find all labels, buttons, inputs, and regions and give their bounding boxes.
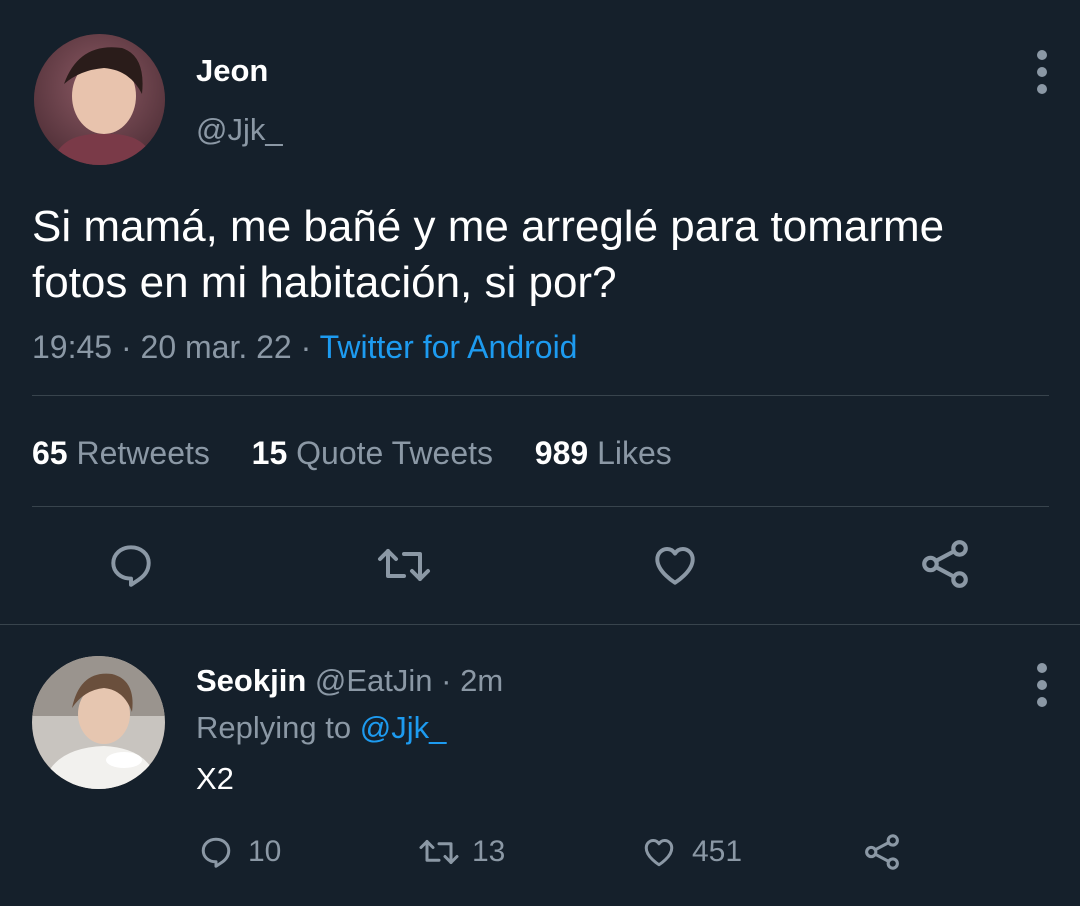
retweet-button[interactable] (376, 540, 432, 590)
tweet-time: 19:45 (32, 329, 113, 365)
replying-to-handle[interactable]: @Jjk_ (360, 710, 447, 745)
reply-author-avatar-image (32, 656, 165, 789)
share-icon (922, 540, 968, 588)
reply-icon (201, 837, 231, 868)
reply-reply-button[interactable]: 10 (198, 834, 281, 870)
reply-more-options-button[interactable] (1032, 663, 1052, 707)
reply-retweet-count: 13 (472, 835, 506, 868)
more-dot-icon (1037, 50, 1047, 60)
reply-icon (111, 545, 151, 587)
share-icon (865, 834, 899, 870)
retweets-stat[interactable]: 65 Retweets (32, 435, 219, 471)
tweet-text-line: Si mamá, me bañé y me arreglé para tomar… (32, 202, 945, 251)
likes-count: 989 (534, 435, 589, 471)
likes-stat[interactable]: 989 Likes (535, 435, 672, 471)
meta-separator: · (120, 329, 132, 365)
more-dot-icon (1037, 84, 1047, 94)
author-name[interactable]: Jeon (196, 53, 268, 89)
like-button[interactable] (650, 540, 700, 590)
more-dot-icon (1037, 67, 1047, 77)
more-dot-icon (1037, 663, 1047, 673)
like-icon (655, 546, 695, 585)
reply-like-count: 451 (692, 835, 743, 868)
retweet-icon (378, 549, 430, 581)
more-dot-icon (1037, 680, 1047, 690)
divider (32, 395, 1049, 396)
author-avatar[interactable] (34, 34, 165, 165)
tweet-text: Si mamá, me bañé y me arreglé para tomar… (32, 199, 1052, 311)
divider (32, 506, 1049, 507)
tweet-stats: 65 Retweets 15 Quote Tweets 989 Likes (32, 434, 672, 472)
reply-header: Seokjin @EatJin · 2m (196, 662, 503, 700)
reply-button[interactable] (106, 540, 156, 590)
more-options-button[interactable] (1032, 50, 1052, 94)
like-icon (644, 838, 674, 867)
more-dot-icon (1037, 697, 1047, 707)
author-avatar-image (34, 34, 165, 165)
retweets-label: Retweets (76, 435, 210, 471)
reply-time: 2m (460, 663, 504, 698)
meta-separator: · (300, 329, 312, 365)
section-divider (0, 624, 1080, 625)
tweet-text-line: fotos en mi habitación, si por? (32, 258, 617, 307)
reply-reply-count: 10 (248, 835, 282, 868)
likes-label: Likes (597, 435, 672, 471)
share-button[interactable] (918, 538, 972, 590)
quotes-stat[interactable]: 15 Quote Tweets (252, 435, 502, 471)
reply-author-name[interactable]: Seokjin (196, 663, 306, 698)
tweet-meta: 19:45 · 20 mar. 22 · Twitter for Android (32, 328, 577, 366)
reply-text: X2 (196, 761, 234, 796)
tweet-source-link[interactable]: Twitter for Android (320, 329, 578, 365)
reply-author-avatar[interactable] (32, 656, 165, 789)
replying-to-prefix: Replying to (196, 710, 352, 745)
replying-to-line: Replying to @Jjk_ (196, 709, 446, 747)
reply-share-button[interactable] (862, 832, 902, 872)
reply-separator: · (441, 663, 452, 698)
reply-like-button[interactable]: 451 (640, 834, 742, 870)
quotes-label: Quote Tweets (296, 435, 493, 471)
tweet-detail-screen: Jeon @Jjk_ Si mamá, me bañé y me arreglé… (0, 0, 1080, 906)
author-handle[interactable]: @Jjk_ (196, 112, 283, 148)
retweets-count: 65 (32, 435, 68, 471)
retweet-icon (419, 840, 459, 864)
quotes-count: 15 (251, 435, 288, 471)
reply-author-handle[interactable]: @EatJin (315, 663, 433, 698)
tweet-date: 20 mar. 22 (140, 329, 292, 365)
reply-retweet-button[interactable]: 13 (418, 834, 505, 870)
